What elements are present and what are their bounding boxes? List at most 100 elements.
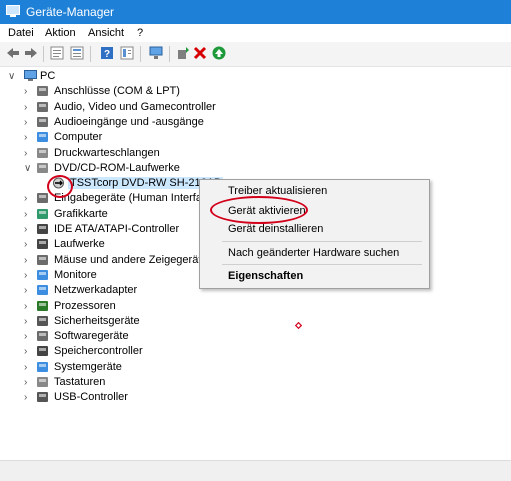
toolbar-separator — [43, 46, 44, 62]
security-device-icon — [37, 315, 48, 326]
chevron-right-icon[interactable]: › — [24, 299, 34, 314]
menu-separator — [222, 264, 422, 265]
tree-item-label: Netzwerkadapter — [54, 284, 138, 297]
chevron-right-icon[interactable]: › — [24, 314, 34, 329]
title-bar: Geräte-Manager — [0, 0, 511, 24]
tree-item-label: Prozessoren — [54, 299, 116, 312]
window-title: Geräte-Manager — [26, 5, 115, 19]
details-icon[interactable] — [120, 46, 134, 60]
tree-item-label: Tastaturen — [54, 376, 106, 388]
chevron-right-icon[interactable]: › — [24, 375, 34, 390]
mouse-icon — [37, 254, 48, 265]
tree-item-label: Grafikkarte — [54, 207, 108, 220]
storage-controller-icon — [37, 346, 48, 357]
menu-aktion[interactable]: Aktion — [45, 27, 76, 39]
processor-icon — [37, 300, 48, 311]
list-view-icon[interactable] — [70, 46, 84, 60]
highlight-ring-device-icon — [47, 175, 73, 198]
audio-icon — [37, 101, 48, 112]
toolbar: ? — [0, 42, 511, 67]
context-menu: Treiber aktualisieren Gerät aktivieren G… — [199, 179, 430, 289]
toolbar-separator — [140, 46, 141, 62]
tree-category[interactable]: › Audioeingänge und -ausgänge — [20, 115, 204, 130]
menu-uninstall-device[interactable]: Gerät deinstallieren — [228, 223, 323, 235]
uninstall-x-icon[interactable] — [193, 46, 207, 60]
properties-sheet-icon[interactable] — [50, 46, 64, 60]
tree-category[interactable]: › Netzwerkadapter — [20, 283, 137, 298]
back-arrow-icon[interactable] — [6, 46, 20, 60]
tree-category[interactable]: › Grafikkarte — [20, 207, 108, 222]
usb-controller-icon — [37, 392, 48, 403]
tree-category[interactable]: › Sicherheitsgeräte — [20, 314, 140, 329]
red-marker-dot — [295, 322, 303, 330]
tree-category[interactable]: › Audio, Video und Gamecontroller — [20, 100, 216, 115]
tree-item-label: Monitore — [54, 268, 97, 281]
tree-category[interactable]: › Systemgeräte — [20, 360, 122, 375]
menu-help[interactable]: ? — [137, 27, 143, 39]
ide-controller-icon — [37, 224, 48, 234]
dvd-drive-icon — [37, 162, 48, 173]
tree-item-label: Druckwarteschlangen — [54, 146, 160, 159]
forward-arrow-icon[interactable] — [24, 46, 38, 60]
tree-item-label: Computer — [54, 131, 103, 144]
tree-category[interactable]: ∨ DVD/CD-ROM-Laufwerke — [20, 161, 180, 176]
tree-category[interactable]: › Prozessoren — [20, 299, 116, 314]
help-icon[interactable]: ? — [100, 46, 114, 60]
toolbar-separator — [90, 46, 91, 62]
tree-category[interactable]: › USB-Controller — [20, 390, 128, 405]
chevron-right-icon[interactable]: › — [24, 344, 34, 359]
software-device-icon — [37, 331, 48, 342]
tree-item-label: Mäuse und andere Zeigegeräte — [54, 253, 208, 266]
network-adapter-icon — [37, 285, 48, 296]
add-driver-icon[interactable] — [176, 46, 190, 60]
speaker-icon — [37, 116, 48, 127]
menu-update-driver[interactable]: Treiber aktualisieren — [228, 185, 327, 197]
monitor-scan-icon[interactable] — [149, 46, 163, 60]
hid-icon — [37, 193, 48, 204]
tree-item-label: IDE ATA/ATAPI-Controller — [54, 223, 180, 235]
tree-category[interactable]: › Anschlüsse (COM & LPT) — [20, 84, 180, 99]
chevron-right-icon[interactable]: › — [24, 283, 34, 298]
chevron-down-icon[interactable]: ∨ — [24, 161, 34, 176]
tree-category[interactable]: › Mäuse und andere Zeigegeräte — [20, 253, 208, 268]
tree-category[interactable]: › Speichercontroller — [20, 344, 143, 359]
menu-scan-hardware[interactable]: Nach geänderter Hardware suchen — [228, 247, 399, 259]
chevron-right-icon[interactable]: › — [24, 360, 34, 375]
menu-bar: Datei Aktion Ansicht ? — [0, 24, 511, 42]
chevron-right-icon[interactable]: › — [24, 268, 34, 283]
computer-icon — [24, 70, 37, 81]
chevron-right-icon[interactable]: › — [24, 222, 34, 237]
printer-icon — [37, 147, 48, 158]
tree-item-label: PC — [40, 70, 56, 82]
menu-ansicht[interactable]: Ansicht — [88, 27, 124, 39]
chevron-right-icon[interactable]: › — [24, 84, 34, 99]
chevron-right-icon[interactable]: › — [24, 100, 34, 115]
chevron-right-icon[interactable]: › — [24, 253, 34, 268]
tree-category[interactable]: › Monitore — [20, 268, 97, 283]
tree-category[interactable]: › Tastaturen — [20, 375, 105, 390]
enable-device-icon[interactable] — [212, 46, 226, 60]
chevron-right-icon[interactable]: › — [24, 390, 34, 405]
tree-category[interactable]: › IDE ATA/ATAPI-Controller — [20, 222, 179, 237]
toolbar-separator — [169, 46, 170, 62]
chevron-down-icon[interactable]: ∨ — [8, 69, 18, 84]
chevron-right-icon[interactable]: › — [24, 329, 34, 344]
tree-category[interactable]: › Softwaregeräte — [20, 329, 129, 344]
chevron-right-icon[interactable]: › — [24, 146, 34, 161]
chevron-right-icon[interactable]: › — [24, 207, 34, 222]
chevron-right-icon[interactable]: › — [24, 191, 34, 206]
menu-properties[interactable]: Eigenschaften — [228, 270, 303, 282]
computer-icon — [37, 132, 48, 143]
chevron-right-icon[interactable]: › — [24, 237, 34, 252]
tree-category[interactable]: › Computer — [20, 130, 102, 145]
status-bar — [0, 460, 511, 481]
tree-category[interactable]: › Druckwarteschlangen — [20, 146, 160, 161]
tree-root-pc[interactable]: ∨ PC — [8, 69, 55, 84]
tree-item-label: Speichercontroller — [54, 345, 143, 358]
tree-category[interactable]: › Laufwerke — [20, 237, 105, 252]
tree-item-label: Audio, Video und Gamecontroller — [54, 100, 216, 113]
chevron-right-icon[interactable]: › — [24, 115, 34, 130]
svg-text:?: ? — [104, 49, 110, 60]
menu-datei[interactable]: Datei — [8, 27, 34, 39]
chevron-right-icon[interactable]: › — [24, 130, 34, 145]
